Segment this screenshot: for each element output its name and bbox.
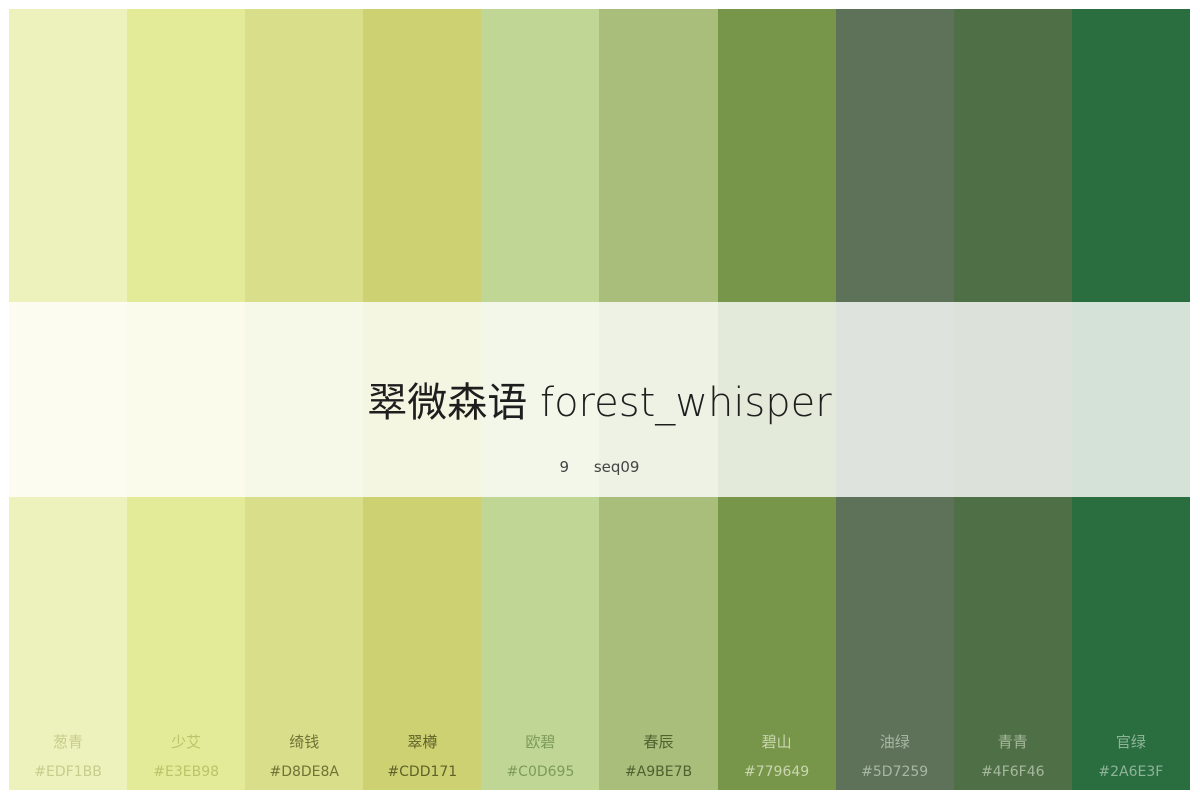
swatch-name: 油绿 — [879, 733, 910, 751]
swatch-hex: #C0D695 — [506, 764, 575, 780]
swatch-hex: #EDF1BB — [34, 764, 102, 780]
swatch-name: 碧山 — [761, 733, 792, 751]
palette-meta: 9 seq09 — [9, 458, 1190, 476]
swatch-name: 春辰 — [643, 733, 674, 751]
color-count: 9 — [559, 458, 570, 476]
swatch-hex: #779649 — [744, 764, 810, 780]
palette-code: seq09 — [593, 458, 640, 476]
swatch-name: 绮钱 — [289, 733, 320, 751]
palette-name-en: forest_whisper — [540, 380, 832, 426]
swatch-name: 官绿 — [1115, 733, 1146, 751]
swatch-name: 少艾 — [171, 733, 202, 751]
title-band: 翠微森语 forest_whisper 9 seq09 — [9, 302, 1190, 497]
swatch-hex: #5D7259 — [861, 764, 929, 780]
swatch-hex: #E3EB98 — [153, 764, 220, 780]
palette-name-cn: 翠微森语 — [367, 380, 528, 426]
swatch-hex: #A9BE7B — [624, 764, 693, 780]
swatch-name: 欧碧 — [525, 733, 556, 751]
swatch-name: 翠樽 — [407, 733, 438, 751]
swatch-hex: #2A6E3F — [1098, 764, 1164, 780]
swatch-name: 青青 — [997, 733, 1028, 751]
swatch-hex: #CDD171 — [387, 764, 458, 780]
swatch-name: 葱青 — [53, 733, 84, 751]
swatch-hex: #4F6F46 — [981, 764, 1045, 780]
palette-title: 翠微森语 forest_whisper — [9, 370, 1190, 428]
swatch-hex: #D8DE8A — [269, 764, 339, 780]
